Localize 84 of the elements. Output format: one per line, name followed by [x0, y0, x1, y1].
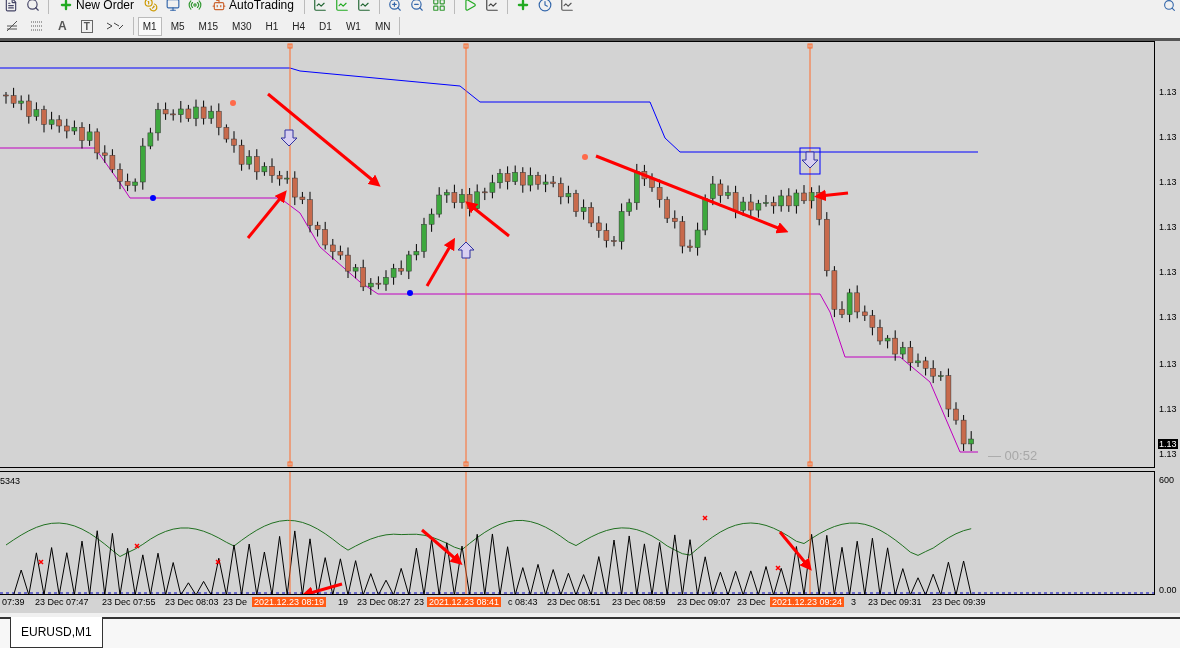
arrows-icon[interactable] — [104, 20, 125, 32]
arrow-annotation — [301, 582, 343, 594]
cross-marker — [38, 559, 44, 565]
indicator-scale-label: 600 — [1158, 475, 1176, 485]
arrow-annotation — [778, 531, 812, 571]
arrow-annotation — [246, 190, 287, 239]
cross-marker — [134, 543, 140, 549]
zoom-in-icon[interactable] — [387, 0, 402, 12]
price-label: 1.13 — [1158, 404, 1178, 414]
time-label: 23 Dec 07:55 — [101, 597, 157, 607]
vertical-line[interactable] — [463, 43, 469, 467]
signal-icon[interactable] — [188, 0, 202, 12]
indicator-value: 5343 — [0, 476, 21, 486]
time-label: 23 Dec 09:07 — [676, 597, 732, 607]
signal-dot — [582, 154, 588, 160]
label-tool[interactable]: T — [80, 19, 93, 33]
time-marker-label: 2021.12.23 08:41 — [427, 597, 502, 607]
timeframe-button[interactable]: M1 — [137, 16, 162, 36]
time-label: 23 De — [222, 597, 249, 607]
zoom-out-icon[interactable] — [409, 0, 424, 12]
time-label: 23 Dec 08:51 — [546, 597, 602, 607]
price-label: 1.13 — [1158, 222, 1178, 232]
time-label: 23 Dec 07:47 — [34, 597, 90, 607]
vertical-line[interactable] — [287, 43, 293, 467]
timeframe-button[interactable]: M5 — [165, 16, 190, 36]
time-label: 23 Dec — [736, 597, 767, 607]
coins-icon[interactable] — [144, 0, 158, 12]
price-label: 1.13 — [1158, 132, 1178, 142]
time-label: 23 — [413, 597, 425, 607]
arrow-annotation — [465, 201, 510, 238]
price-label: 1.13 — [1158, 177, 1178, 187]
time-label: 23 Dec 09:31 — [867, 597, 923, 607]
indicator-scale-label: 0.00 — [1158, 585, 1178, 595]
price-label: 1.13 — [1158, 312, 1178, 322]
monitor-icon[interactable] — [166, 0, 180, 12]
new-order-button[interactable]: New Order — [57, 0, 136, 12]
price-label: 1.13 — [1158, 87, 1178, 97]
down-arrow-icon — [280, 129, 298, 147]
chart-tab[interactable]: EURUSD,M1 — [10, 617, 103, 648]
text-tool[interactable]: A — [52, 19, 73, 33]
vertical-line[interactable] — [809, 472, 811, 594]
time-marker-label: 2021.12.23 09:24 — [770, 597, 845, 607]
line-chart-icon[interactable] — [356, 0, 371, 12]
time-label: 23 Dec 08:27 — [356, 597, 412, 607]
robot-icon — [212, 0, 226, 12]
signal-dot — [230, 100, 236, 106]
time-label: 23 Dec 09:39 — [931, 597, 987, 607]
up-arrow-icon — [457, 241, 475, 259]
search-icon[interactable] — [1163, 0, 1176, 12]
vertical-line[interactable] — [465, 472, 467, 594]
autotrading-button[interactable]: AutoTrading — [210, 0, 296, 12]
timeframe-button[interactable]: D1 — [314, 16, 337, 36]
timeframe-button[interactable]: W1 — [340, 16, 366, 36]
arrow-annotation — [814, 189, 849, 202]
time-marker-label: 2021.12.23 08:19 — [252, 597, 327, 607]
timeframe-button[interactable]: H1 — [260, 16, 284, 36]
add-indicator-icon[interactable] — [515, 0, 530, 12]
arrow-annotation — [425, 237, 455, 287]
time-label: 07:39 — [1, 597, 26, 607]
price-label: 1.13 — [1158, 267, 1178, 277]
cross-marker — [702, 515, 708, 521]
timeframe-button[interactable]: H4 — [287, 16, 311, 36]
cross-marker — [775, 565, 781, 571]
arrow-annotation — [421, 528, 463, 565]
time-label: 3 — [850, 597, 857, 607]
cross-marker — [215, 559, 221, 565]
timeframe-button[interactable]: M15 — [193, 16, 224, 36]
search-icon[interactable] — [26, 0, 40, 12]
time-label: 23 Dec 08:59 — [611, 597, 667, 607]
signal-dot — [407, 290, 413, 296]
timeframe-button[interactable]: M30 — [227, 16, 257, 36]
price-label: 1.13 — [1158, 359, 1178, 369]
signal-dot — [150, 195, 156, 201]
current-price-label: 1.13 — [1158, 439, 1178, 449]
time-label: 19 — [337, 597, 349, 607]
timeframe-button[interactable]: MN — [369, 16, 396, 36]
document-icon[interactable] — [4, 0, 18, 12]
vertical-line[interactable] — [807, 43, 813, 467]
time-label: 23 Dec 08:03 — [164, 597, 220, 607]
price-label: 1.13 — [1158, 449, 1178, 459]
plus-icon — [59, 0, 73, 12]
tile-windows-icon[interactable] — [431, 0, 446, 12]
time-label: c 08:43 — [507, 597, 539, 607]
vertical-line[interactable] — [289, 472, 291, 594]
